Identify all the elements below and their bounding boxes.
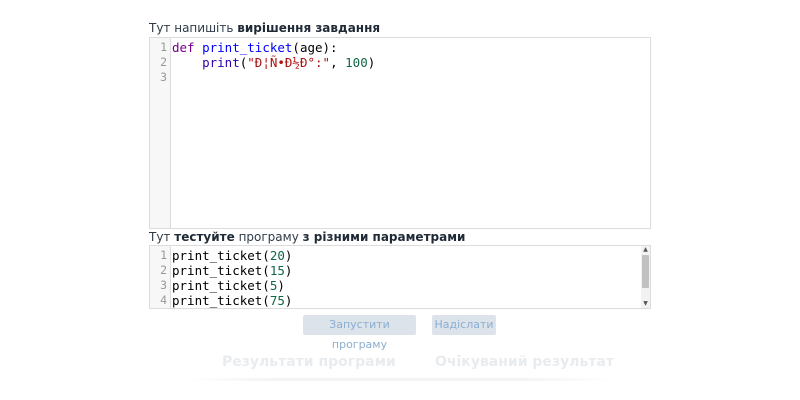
number-literal: 20 <box>269 248 285 263</box>
function-call: print_ticket( <box>172 293 270 308</box>
expected-result-heading: Очікуваний результат <box>435 354 614 370</box>
number-literal: 75 <box>269 293 285 308</box>
test-code-editor[interactable]: 1 print_ticket(20) 2 print_ticket(15) 3 … <box>149 245 651 309</box>
code-line[interactable]: 2 print("Ð¦Ñ•Ð½Ð°:", 100) <box>150 55 650 70</box>
close-paren: ) <box>284 248 293 263</box>
solution-label: Тут напишіть вирішення завдання <box>149 21 381 35</box>
results-divider <box>186 378 612 381</box>
comma: , <box>330 55 346 70</box>
function-params: (age): <box>292 40 338 55</box>
code-line[interactable]: 1 print_ticket(20) <box>150 248 650 263</box>
close-paren: ) <box>284 263 293 278</box>
test-label: Тут тестуйте програму з різними параметр… <box>149 230 466 244</box>
scroll-down-icon[interactable]: ▼ <box>641 300 650 308</box>
string-literal: "Ð¦Ñ•Ð½Ð°:" <box>247 55 331 70</box>
submit-button[interactable]: Надіслати <box>432 315 496 335</box>
code-line[interactable]: 3 <box>150 70 650 85</box>
builtin-print: print <box>202 55 240 70</box>
keyword-def: def <box>172 40 195 55</box>
line-number: 2 <box>160 263 167 277</box>
solution-code-editor[interactable]: 1 def print_ticket(age): 2 print("Ð¦Ñ•Ð½… <box>149 37 651 229</box>
code-line[interactable]: 1 def print_ticket(age): <box>150 40 650 55</box>
line-number: 3 <box>160 278 167 292</box>
line-number: 2 <box>160 55 167 69</box>
close-paren: ) <box>367 55 376 70</box>
code-line[interactable]: 4 print_ticket(75) <box>150 293 650 308</box>
line-number: 3 <box>160 70 167 84</box>
function-call: print_ticket( <box>172 248 270 263</box>
scroll-up-icon[interactable]: ▲ <box>641 246 650 254</box>
line-number: 1 <box>160 40 167 54</box>
close-paren: ) <box>277 278 285 293</box>
code-line[interactable]: 2 print_ticket(15) <box>150 263 650 278</box>
vertical-scrollbar[interactable]: ▲ ▼ <box>641 246 650 308</box>
scrollbar-thumb[interactable] <box>642 255 649 288</box>
number-literal: 100 <box>345 55 368 70</box>
function-call: print_ticket( <box>172 263 270 278</box>
program-output-heading: Результати програми <box>222 354 396 370</box>
close-paren: ) <box>284 293 293 308</box>
function-name: print_ticket <box>202 40 293 55</box>
line-number: 1 <box>160 248 167 262</box>
number-literal: 15 <box>269 263 285 278</box>
code-line[interactable]: 3 print_ticket(5) <box>150 278 650 293</box>
line-number: 4 <box>160 293 167 307</box>
function-call: print_ticket( <box>172 278 270 293</box>
run-program-button[interactable]: Запустити програму <box>303 315 416 351</box>
